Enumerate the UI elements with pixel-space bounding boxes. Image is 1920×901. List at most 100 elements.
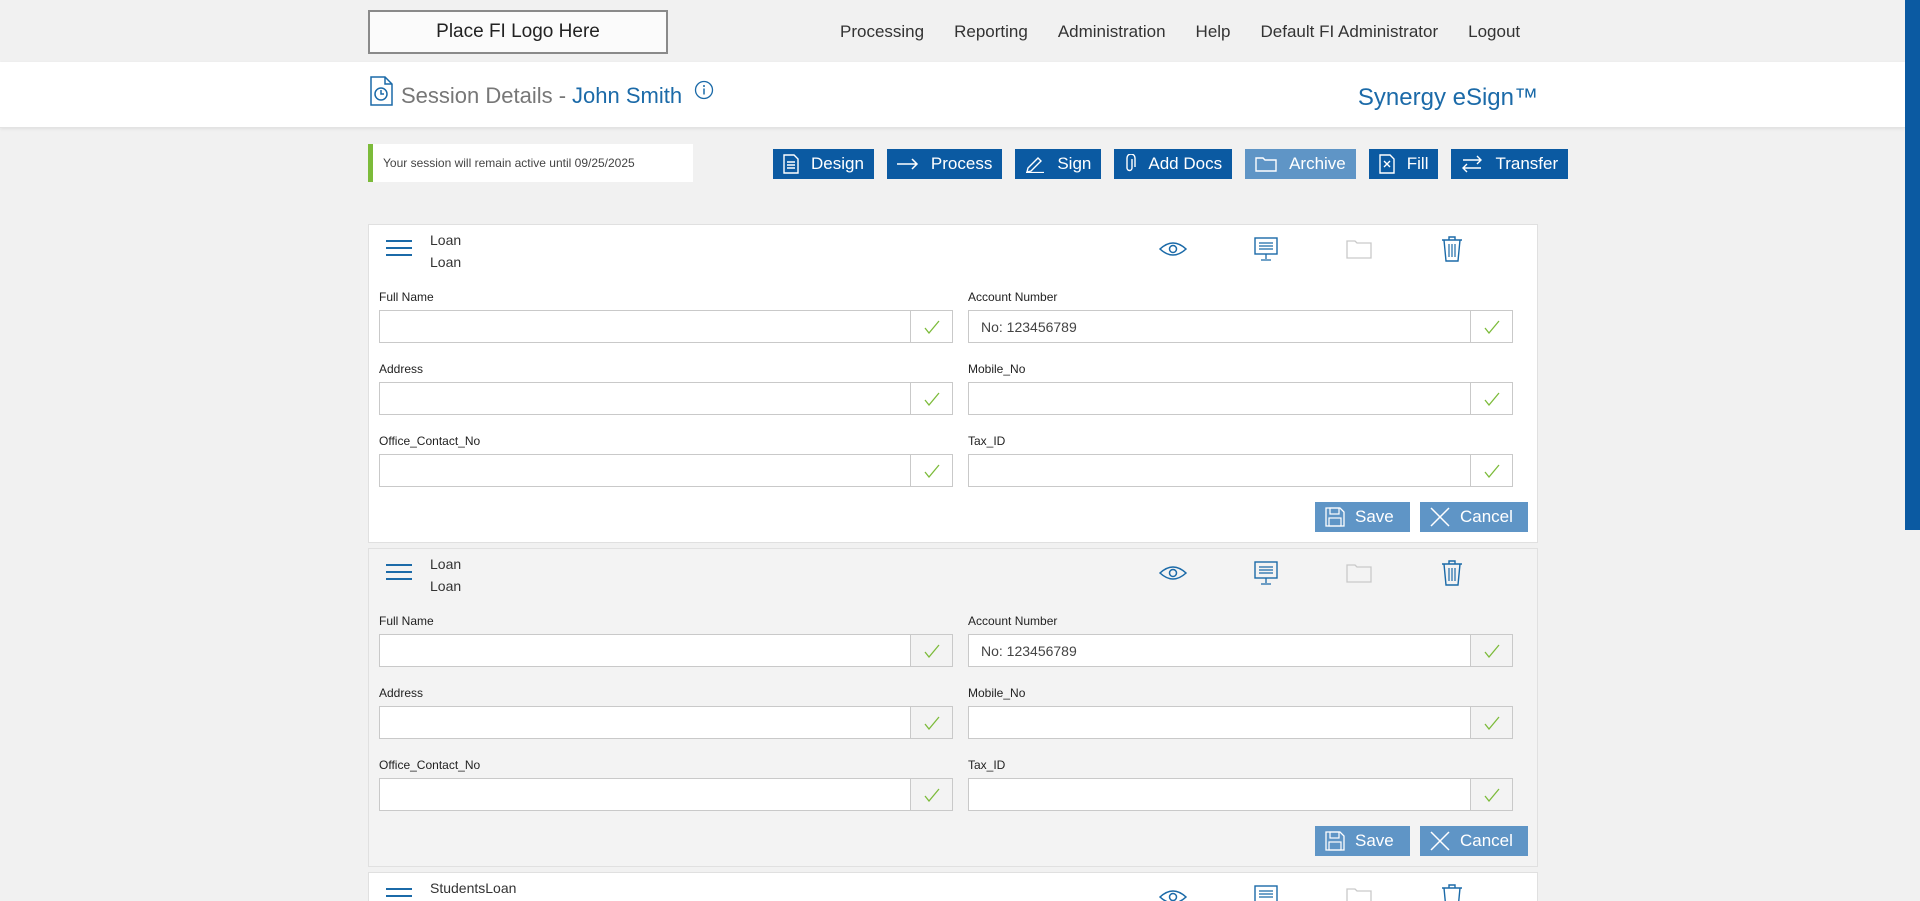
document-card: Loan Loan Full Name Account Number Addre…	[368, 224, 1538, 543]
nav-administration[interactable]: Administration	[1058, 22, 1166, 42]
trash-icon[interactable]	[1437, 559, 1467, 587]
checkmark-icon[interactable]	[1470, 383, 1512, 414]
nav-user-menu[interactable]: Default FI Administrator	[1261, 22, 1439, 42]
trash-icon[interactable]	[1437, 235, 1467, 263]
mobile-no-field[interactable]	[968, 706, 1513, 739]
address-label: Address	[379, 686, 424, 700]
full-name-label: Full Name	[379, 614, 434, 628]
nav-logout[interactable]: Logout	[1468, 22, 1520, 42]
eye-icon[interactable]	[1158, 559, 1188, 587]
design-button[interactable]: Design	[773, 149, 874, 179]
checkmark-icon[interactable]	[1470, 455, 1512, 486]
eye-icon[interactable]	[1158, 235, 1188, 263]
checkmark-icon[interactable]	[910, 707, 952, 738]
paperclip-icon	[1126, 154, 1137, 172]
office-contact-input[interactable]	[380, 779, 952, 810]
archive-label: Archive	[1289, 154, 1346, 173]
add-docs-label: Add Docs	[1148, 154, 1223, 173]
checkmark-icon[interactable]	[1470, 311, 1512, 342]
address-field[interactable]	[379, 382, 953, 415]
office-contact-input[interactable]	[380, 455, 952, 486]
full-name-field[interactable]	[379, 634, 953, 667]
account-number-label: Account Number	[968, 614, 1058, 628]
checkmark-icon[interactable]	[910, 455, 952, 486]
brand-name: Synergy eSign™	[1357, 84, 1538, 111]
address-input[interactable]	[380, 707, 952, 738]
pen-icon	[1026, 157, 1045, 173]
process-button[interactable]: Process	[886, 149, 1003, 179]
checkmark-icon[interactable]	[910, 311, 952, 342]
nav-reporting[interactable]: Reporting	[954, 22, 1028, 42]
scrollbar[interactable]	[1905, 0, 1920, 530]
list-document-icon	[783, 154, 799, 174]
checkmark-icon[interactable]	[1470, 779, 1512, 810]
nav-processing[interactable]: Processing	[840, 22, 924, 42]
office-contact-field[interactable]	[379, 454, 953, 487]
transfer-button[interactable]: Transfer	[1451, 149, 1569, 179]
mobile-no-input[interactable]	[969, 383, 1512, 414]
hamburger-menu-icon[interactable]	[386, 888, 412, 901]
sign-label: Sign	[1057, 154, 1092, 173]
document-history-icon	[370, 76, 393, 106]
full-name-input[interactable]	[380, 311, 952, 342]
checkmark-icon[interactable]	[910, 779, 952, 810]
checkmark-icon[interactable]	[1470, 707, 1512, 738]
add-docs-button[interactable]: Add Docs	[1114, 149, 1233, 179]
info-icon[interactable]	[694, 80, 714, 100]
archive-button[interactable]: Archive	[1245, 149, 1356, 179]
cancel-button[interactable]: Cancel	[1420, 502, 1528, 532]
mobile-no-input[interactable]	[969, 707, 1512, 738]
tax-id-label: Tax_ID	[968, 434, 1006, 448]
tax-id-input[interactable]	[969, 455, 1512, 486]
account-number-label: Account Number	[968, 290, 1058, 304]
hamburger-menu-icon[interactable]	[386, 564, 412, 584]
document-title: Loan	[430, 232, 462, 248]
office-contact-label: Office_Contact_No	[379, 758, 481, 772]
hamburger-menu-icon[interactable]	[386, 240, 412, 260]
checkmark-icon[interactable]	[1470, 635, 1512, 666]
session-expiry-banner: Your session will remain active until 09…	[368, 144, 693, 182]
save-button[interactable]: Save	[1315, 502, 1410, 532]
tax-id-field[interactable]	[968, 778, 1513, 811]
trash-icon[interactable]	[1437, 883, 1467, 901]
account-number-field[interactable]	[968, 310, 1513, 343]
nav-help[interactable]: Help	[1196, 22, 1231, 42]
logo-placeholder: Place FI Logo Here	[368, 10, 668, 54]
session-toolbar: Design Process Sign Add Docs Archive Fil…	[773, 149, 1581, 179]
tax-id-field[interactable]	[968, 454, 1513, 487]
tax-id-input[interactable]	[969, 779, 1512, 810]
fill-button[interactable]: Fill	[1368, 149, 1439, 179]
full-name-input[interactable]	[380, 635, 952, 666]
address-label: Address	[379, 362, 424, 376]
presentation-icon[interactable]	[1251, 235, 1281, 263]
folder-icon	[1344, 235, 1374, 263]
document-title: StudentsLoan	[430, 880, 517, 896]
presentation-icon[interactable]	[1251, 559, 1281, 587]
design-label: Design	[811, 154, 864, 173]
main-nav: Processing Reporting Administration Help…	[840, 22, 1550, 42]
checkmark-icon[interactable]	[910, 635, 952, 666]
address-field[interactable]	[379, 706, 953, 739]
mobile-no-label: Mobile_No	[968, 686, 1026, 700]
document-subtitle: Loan	[430, 578, 462, 594]
page-header: Session Details - John Smith Synergy eSi…	[0, 62, 1905, 128]
office-contact-field[interactable]	[379, 778, 953, 811]
account-number-input[interactable]	[969, 311, 1512, 342]
document-subtitle: Loan	[430, 254, 462, 270]
address-input[interactable]	[380, 383, 952, 414]
sign-button[interactable]: Sign	[1015, 149, 1102, 179]
save-button[interactable]: Save	[1315, 826, 1410, 856]
eye-icon[interactable]	[1158, 883, 1188, 901]
presentation-icon[interactable]	[1251, 883, 1281, 901]
checkmark-icon[interactable]	[910, 383, 952, 414]
floppy-disk-icon	[1325, 831, 1345, 851]
account-number-input[interactable]	[969, 635, 1512, 666]
account-number-field[interactable]	[968, 634, 1513, 667]
full-name-field[interactable]	[379, 310, 953, 343]
transfer-arrows-icon	[1462, 155, 1483, 173]
mobile-no-field[interactable]	[968, 382, 1513, 415]
cancel-button[interactable]: Cancel	[1420, 826, 1528, 856]
folder-icon	[1344, 883, 1374, 901]
cancel-label: Cancel	[1460, 831, 1513, 850]
floppy-disk-icon	[1325, 507, 1345, 527]
